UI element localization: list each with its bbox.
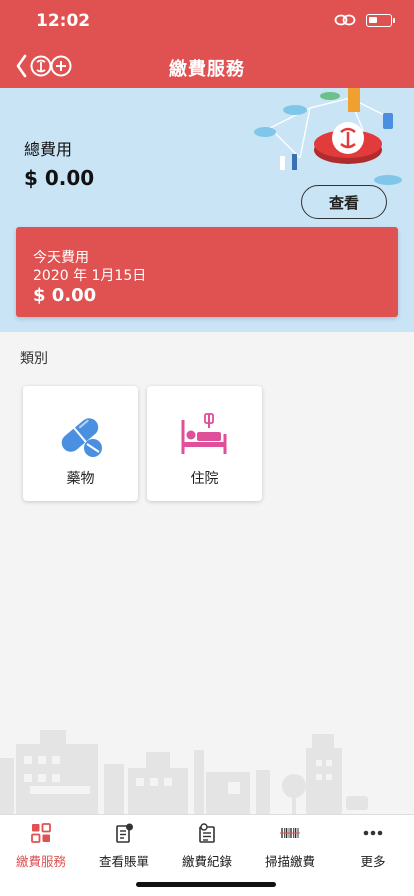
- grid-icon: [31, 823, 51, 843]
- today-fee-amount: $ 0.00: [33, 285, 97, 306]
- nav-bar: 繳費服務: [0, 44, 414, 88]
- more-icon: [363, 830, 383, 836]
- total-fee-label: 總費用: [24, 140, 73, 159]
- category-label: 住院: [190, 471, 219, 487]
- tab-view-bill[interactable]: 查看賬單: [83, 821, 165, 869]
- city-skyline-decoration: [0, 730, 368, 814]
- pill-icon: [61, 418, 102, 457]
- tab-label: 掃描繳費: [264, 854, 315, 869]
- today-fee-card: 今天費用 2020 年 1月15日 $ 0.00: [16, 227, 398, 317]
- home-indicator: [136, 882, 276, 887]
- category-label: 藥物: [66, 471, 95, 487]
- record-icon: [199, 823, 215, 843]
- tab-label: 查看賬單: [98, 854, 149, 869]
- tab-label: 繳費服務: [15, 854, 66, 869]
- category-title: 類別: [20, 351, 48, 367]
- tab-label: 更多: [360, 854, 386, 869]
- battery-icon: [366, 13, 395, 27]
- hospital-bed-icon: [181, 413, 227, 454]
- today-fee-label: 今天費用: [33, 250, 89, 266]
- view-button[interactable]: 查看: [301, 185, 387, 219]
- hospital-network-illustration: [254, 88, 402, 185]
- tab-more[interactable]: 更多: [332, 821, 414, 869]
- page-title: 繳費服務: [169, 59, 245, 80]
- total-fee-amount: $ 0.00: [24, 166, 95, 190]
- tab-payment-service[interactable]: 繳費服務: [0, 821, 82, 869]
- tab-payment-record[interactable]: 繳費紀錄: [166, 821, 248, 869]
- tab-scan-pay[interactable]: 掃描繳費: [249, 821, 331, 869]
- tab-label: 繳費紀錄: [181, 854, 232, 869]
- status-bar: 12:02: [0, 0, 414, 44]
- status-time: 12:02: [36, 11, 91, 31]
- category-medication[interactable]: 藥物: [23, 386, 138, 501]
- category-hospitalization[interactable]: 住院: [147, 386, 262, 501]
- barcode-icon: [280, 828, 300, 838]
- today-fee-date: 2020 年 1月15日: [33, 268, 147, 284]
- status-icons: [334, 13, 395, 27]
- bill-icon: [116, 823, 133, 843]
- link-icon: [334, 14, 356, 26]
